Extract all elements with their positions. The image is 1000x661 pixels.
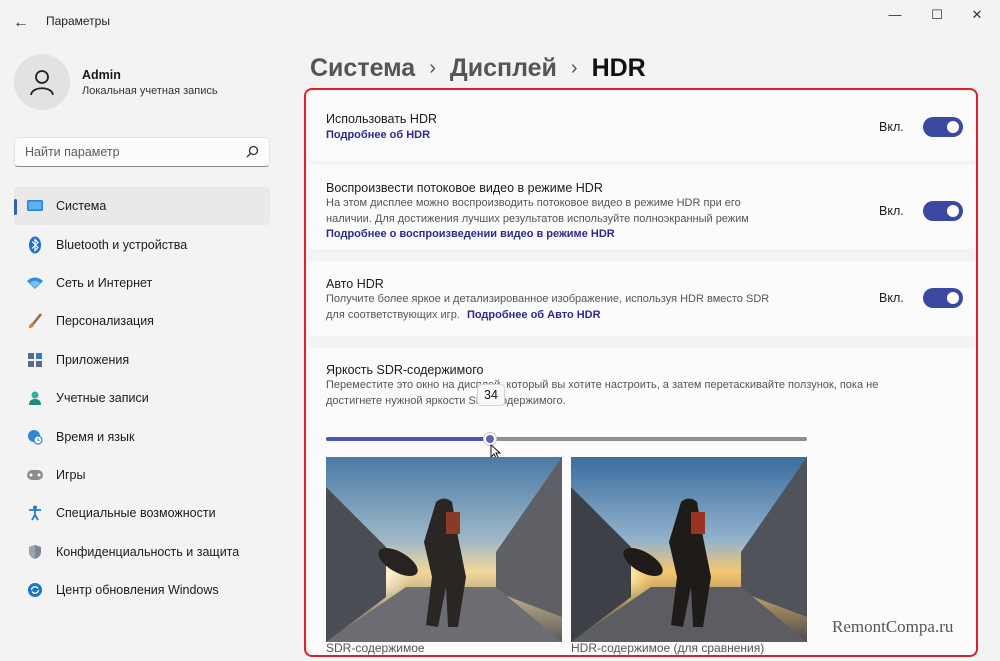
page-title: HDR: [591, 54, 646, 82]
hdr-preview-caption: HDR-содержимое (для сравнения): [571, 641, 765, 655]
sidebar-item-label: Учетные записи: [56, 391, 149, 406]
sidebar-item-accounts[interactable]: Учетные записи: [14, 379, 270, 417]
use-hdr-card: Использовать HDR Подробнее об HDR Вкл.: [309, 92, 976, 161]
sdr-preview-caption: SDR-содержимое: [326, 641, 425, 655]
chevron-right-icon: ›: [570, 57, 578, 79]
stream-hdr-title: Воспроизвести потоковое видео в режиме H…: [326, 181, 603, 195]
sdr-brightness-desc-line2: достигнете нужной яркости SDR-содержимог…: [326, 394, 566, 407]
use-hdr-title: Использовать HDR: [326, 112, 437, 126]
bluetooth-icon: [26, 236, 44, 254]
sidebar-item-bluetooth[interactable]: Bluetooth и устройства: [14, 225, 270, 263]
sdr-brightness-desc-line1: Переместите это окно на дисплей, который…: [326, 379, 879, 391]
use-hdr-link[interactable]: Подробнее об HDR: [326, 129, 430, 141]
close-button[interactable]: ✕: [962, 6, 992, 24]
search-icon[interactable]: [244, 144, 260, 160]
maximize-button[interactable]: ☐: [922, 6, 952, 24]
sidebar-nav: Система Bluetooth и устройства Сеть и Ин…: [14, 187, 270, 609]
breadcrumb: Система › Дисплей › HDR: [310, 54, 646, 83]
hdr-preview-image: [571, 457, 807, 642]
minimize-button[interactable]: —: [880, 6, 910, 24]
accessibility-icon: [26, 504, 44, 522]
sidebar-item-personalization[interactable]: Персонализация: [14, 302, 270, 340]
sdr-brightness-card: Яркость SDR-содержимого Переместите это …: [309, 348, 976, 661]
breadcrumb-display[interactable]: Дисплей: [450, 54, 557, 83]
sidebar-item-label: Время и язык: [56, 429, 135, 444]
account-type: Локальная учетная запись: [82, 85, 218, 97]
arrow-left-icon: ←: [13, 14, 29, 31]
settings-content: Использовать HDR Подробнее об HDR Вкл. В…: [309, 92, 976, 661]
apps-icon: [26, 351, 44, 369]
sidebar-item-system[interactable]: Система: [14, 187, 270, 226]
sidebar-item-label: Конфиденциальность и защита: [56, 544, 240, 559]
toggle-knob: [947, 121, 959, 133]
title-bar: ← Параметры — ☐ ✕: [0, 0, 1000, 44]
watermark: RemontCompa.ru: [832, 617, 954, 636]
person-icon: [26, 389, 44, 407]
sidebar-item-label: Система: [56, 199, 107, 214]
sdr-brightness-title: Яркость SDR-содержимого: [326, 363, 484, 377]
avatar: [14, 54, 70, 110]
update-icon: [26, 581, 44, 599]
use-hdr-toggle[interactable]: [923, 117, 963, 137]
app-title: Параметры: [46, 14, 110, 28]
sidebar-item-label: Специальные возможности: [56, 506, 216, 521]
stream-hdr-desc-line2: наличии. Для достижения лучших результат…: [326, 212, 749, 225]
auto-hdr-link[interactable]: Подробнее об Авто HDR: [467, 309, 601, 321]
auto-hdr-desc-line2: для соответствующих игр.: [326, 308, 460, 321]
auto-hdr-toggle[interactable]: [923, 288, 963, 308]
sdr-preview-image: [326, 457, 562, 642]
search-box[interactable]: [14, 137, 270, 167]
auto-hdr-desc-line1: Получите более яркое и детализированное …: [326, 293, 770, 305]
slider-fill: [326, 437, 490, 441]
sdr-brightness-slider[interactable]: [326, 433, 807, 445]
sidebar-item-accessibility[interactable]: Специальные возможности: [14, 494, 270, 532]
sidebar-item-apps[interactable]: Приложения: [14, 341, 270, 379]
display-icon: [26, 197, 44, 215]
sidebar-item-label: Сеть и Интернет: [56, 275, 153, 290]
stream-hdr-desc-line1: На этом дисплее можно воспроизводить пот…: [326, 197, 741, 209]
gamepad-icon: [26, 466, 44, 484]
sidebar-item-label: Игры: [56, 467, 86, 482]
auto-hdr-card: Авто HDR Получите более яркое и детализи…: [309, 261, 976, 336]
stream-hdr-toggle[interactable]: [923, 201, 963, 221]
search-input[interactable]: [15, 138, 235, 166]
back-button[interactable]: ←: [10, 12, 32, 34]
sidebar-item-windows-update[interactable]: Центр обновления Windows: [14, 571, 270, 609]
stream-hdr-state: Вкл.: [879, 204, 904, 218]
stream-hdr-card: Воспроизвести потоковое видео в режиме H…: [309, 164, 976, 249]
wifi-icon: [26, 274, 44, 292]
toggle-knob: [947, 292, 959, 304]
person-avatar-icon: [30, 70, 54, 96]
breadcrumb-system[interactable]: Система: [310, 54, 415, 83]
brush-icon: [26, 312, 44, 330]
user-name: Admin: [82, 68, 121, 82]
globe-clock-icon: [26, 428, 44, 446]
sidebar-item-label: Персонализация: [56, 314, 154, 329]
sidebar-item-label: Приложения: [56, 352, 130, 367]
sidebar-item-privacy[interactable]: Конфиденциальность и защита: [14, 533, 270, 571]
sidebar-item-label: Bluetooth и устройства: [56, 237, 188, 252]
auto-hdr-title: Авто HDR: [326, 277, 384, 291]
chevron-right-icon: ›: [429, 57, 436, 79]
sidebar-item-label: Центр обновления Windows: [56, 583, 219, 598]
sidebar-item-time-language[interactable]: Время и язык: [14, 417, 270, 455]
use-hdr-state: Вкл.: [879, 120, 904, 134]
shield-icon: [26, 543, 44, 561]
sidebar-item-gaming[interactable]: Игры: [14, 456, 270, 494]
toggle-knob: [947, 205, 959, 217]
auto-hdr-state: Вкл.: [879, 291, 904, 305]
auto-hdr-desc: для соответствующих игр. Подробнее об Ав…: [326, 308, 601, 324]
sidebar-item-network[interactable]: Сеть и Интернет: [14, 264, 270, 302]
slider-value-tooltip: 34: [477, 384, 505, 406]
stream-hdr-link[interactable]: Подробнее о воспроизведении видео в режи…: [326, 228, 615, 240]
